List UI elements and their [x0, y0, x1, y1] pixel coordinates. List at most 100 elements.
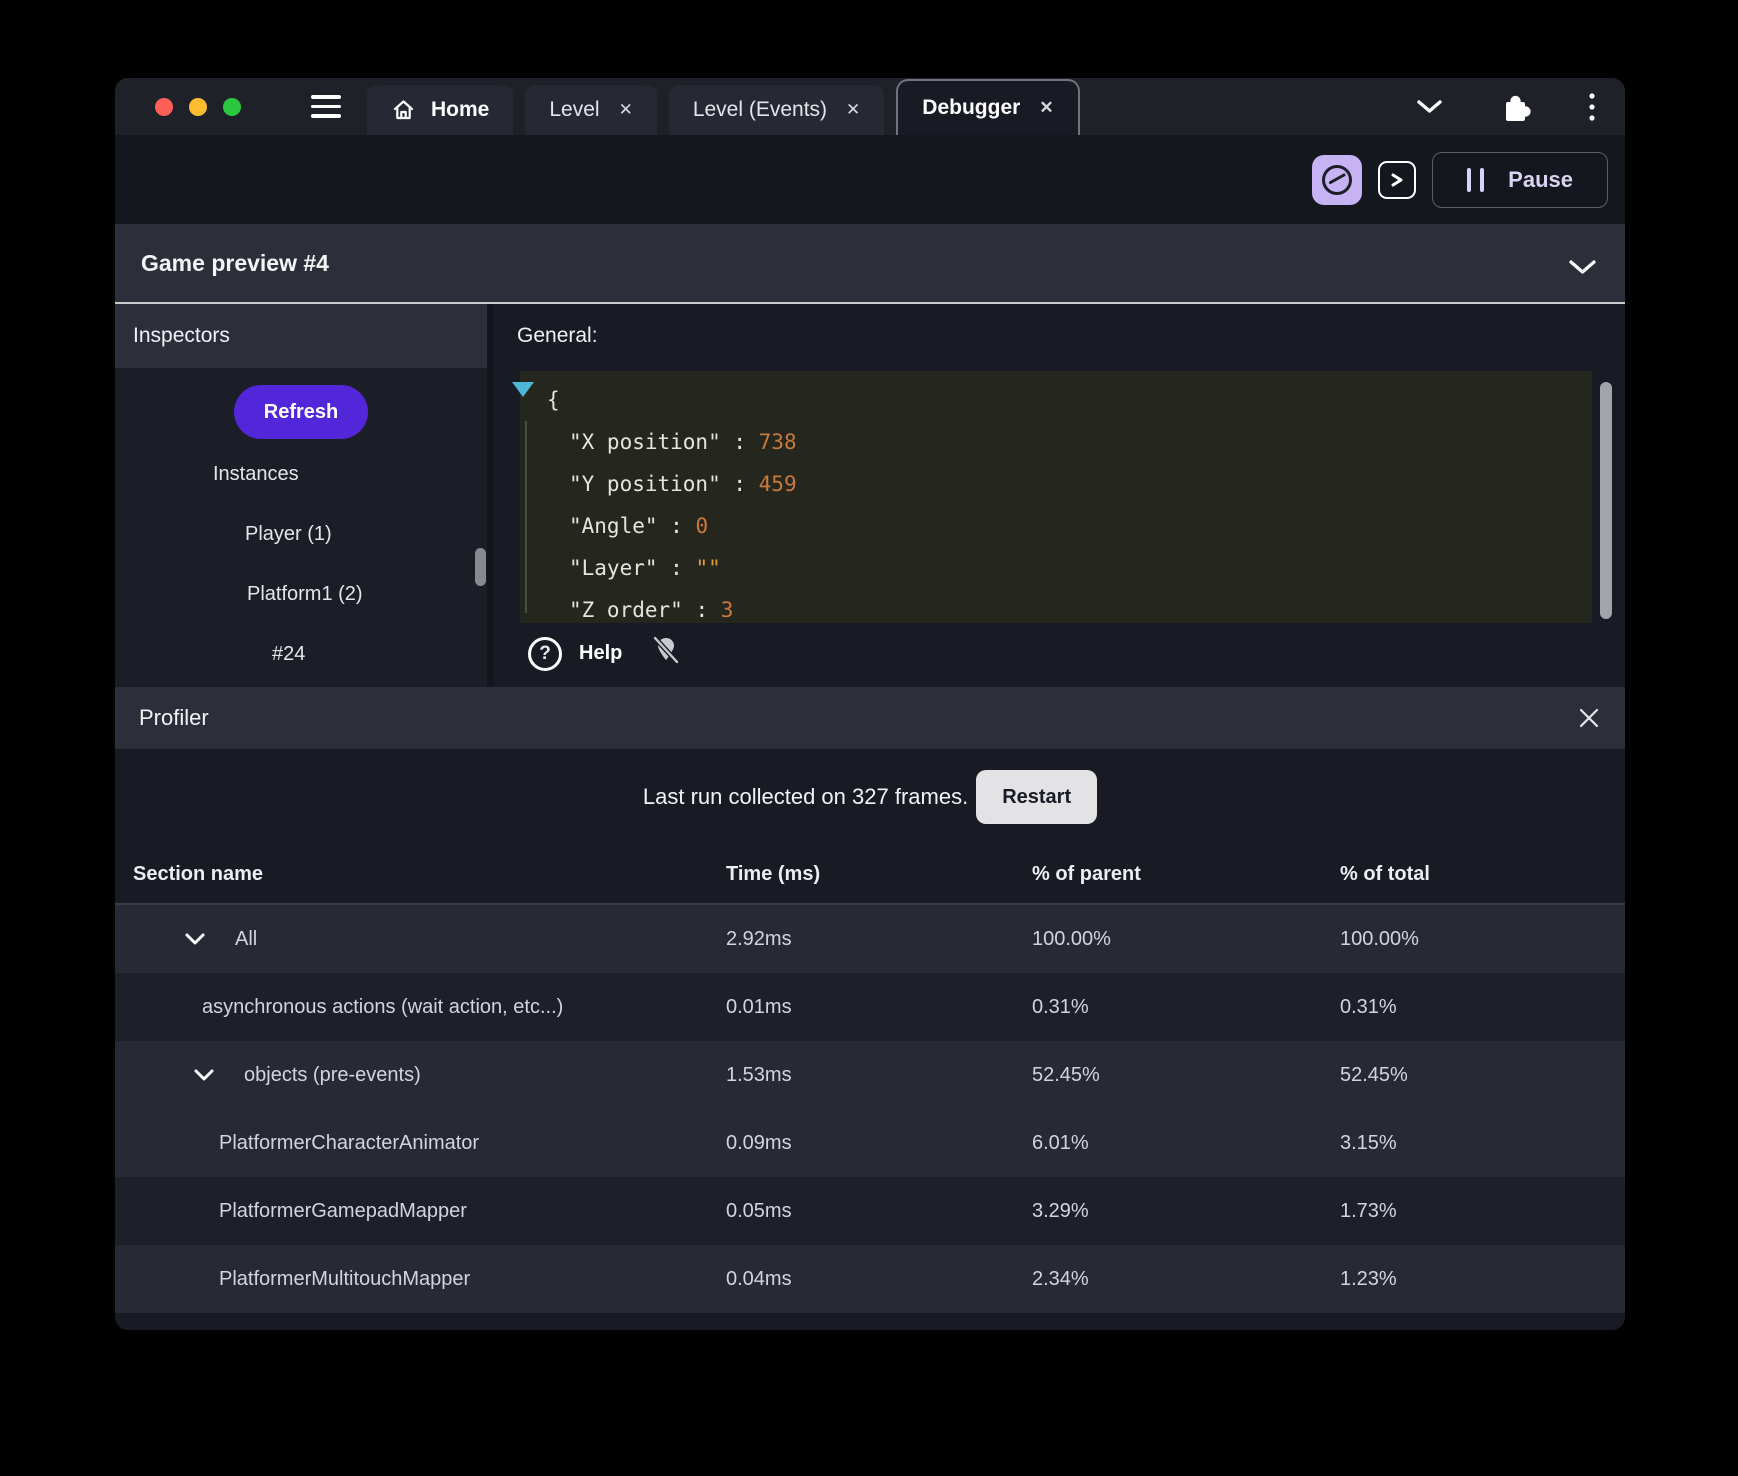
- percent-of-total-value: 100.00%: [1340, 927, 1419, 950]
- toolbar: Pause: [115, 135, 1625, 224]
- inspectors-scrollbar[interactable]: [475, 548, 486, 586]
- tab-close-icon[interactable]: ✕: [1039, 98, 1053, 118]
- tab-label: Home: [431, 98, 490, 121]
- table-row[interactable]: All 2.92ms 100.00% 100.00%: [115, 905, 1625, 973]
- table-row[interactable]: PlatformerCharacterAnimator 0.09ms 6.01%…: [115, 1109, 1625, 1177]
- profiler-status-row: Last run collected on 327 frames. Restar…: [115, 749, 1625, 845]
- tab-label: Level (Events): [692, 98, 828, 121]
- profiler-gauge-button[interactable]: [1312, 154, 1363, 205]
- column-percent-of-parent: % of parent: [1032, 862, 1141, 885]
- kebab-menu-icon[interactable]: [1589, 92, 1595, 121]
- tab-close-icon[interactable]: ✕: [846, 100, 860, 120]
- game-preview-accordion[interactable]: Game preview #4: [115, 224, 1625, 302]
- table-row[interactable]: PlatformerGamepadMapper 0.05ms 3.29% 1.7…: [115, 1177, 1625, 1245]
- chevron-down-icon[interactable]: [1416, 99, 1443, 114]
- section-name: PlatformerCharacterAnimator: [219, 1131, 480, 1154]
- column-time: Time (ms): [726, 862, 821, 885]
- tree-item-label: Platform1 (2): [247, 582, 363, 605]
- column-section-name: Section name: [133, 862, 264, 885]
- home-icon: [393, 100, 414, 120]
- extensions-puzzle-icon[interactable]: [1499, 90, 1533, 124]
- pause-button[interactable]: Pause: [1432, 151, 1608, 208]
- restart-button[interactable]: Restart: [976, 770, 1098, 824]
- pause-icon: [1467, 167, 1485, 192]
- instances-tree: Instances Player (1) Platform1 (2) #24: [115, 444, 487, 684]
- time-value: 2.92ms: [726, 927, 792, 950]
- tab-close-icon[interactable]: ✕: [619, 100, 633, 120]
- titlebar: Home Level ✕ Level (Events) ✕ Debugger ✕: [115, 78, 1625, 135]
- percent-of-total-value: 1.73%: [1340, 1199, 1397, 1222]
- profiler-table-body: All 2.92ms 100.00% 100.00% asynchronous …: [115, 905, 1625, 1313]
- percent-of-total-value: 52.45%: [1340, 1063, 1408, 1086]
- time-value: 0.09ms: [726, 1131, 792, 1154]
- debugger-content: Inspectors Refresh Instances Player (1) …: [115, 304, 1625, 687]
- help-icon[interactable]: ?: [528, 636, 562, 671]
- section-name: PlatformerMultitouchMapper: [219, 1267, 471, 1290]
- json-value: 738: [758, 430, 797, 454]
- window-controls: [155, 98, 241, 116]
- profiler-header: Profiler: [115, 687, 1625, 749]
- close-icon[interactable]: [1577, 706, 1601, 730]
- tab-level[interactable]: Level ✕: [525, 85, 657, 135]
- console-button[interactable]: [1378, 160, 1417, 199]
- chevron-down-icon[interactable]: [1568, 254, 1597, 281]
- chevron-down-icon[interactable]: [184, 932, 206, 946]
- table-row[interactable]: asynchronous actions (wait action, etc..…: [115, 973, 1625, 1041]
- tree-item-instances[interactable]: Instances: [115, 444, 487, 504]
- general-scrollbar[interactable]: [1600, 382, 1612, 619]
- refresh-button[interactable]: Refresh: [233, 385, 369, 439]
- json-value: 459: [758, 472, 797, 496]
- hamburger-menu-button[interactable]: [311, 95, 341, 118]
- percent-of-parent-value: 100.00%: [1032, 927, 1111, 950]
- titlebar-actions: [1416, 78, 1595, 135]
- general-panel: General: { "X position" : 738 "Y positio…: [493, 304, 1625, 687]
- json-line: "Y position" : 459: [569, 472, 797, 496]
- table-row[interactable]: objects (pre-events) 1.53ms 52.45% 52.45…: [115, 1041, 1625, 1109]
- tab-label: Debugger: [922, 96, 1021, 119]
- json-value: 0: [695, 514, 709, 538]
- json-key: {: [547, 388, 560, 412]
- maximize-window-button[interactable]: [223, 98, 241, 116]
- close-window-button[interactable]: [155, 98, 173, 116]
- time-value: 0.04ms: [726, 1267, 792, 1290]
- debugger-window: Home Level ✕ Level (Events) ✕ Debugger ✕: [115, 78, 1625, 1330]
- profiler-title: Profiler: [139, 705, 209, 730]
- pause-label: Pause: [1508, 166, 1573, 192]
- profiler-table-header: Section name Time (ms) % of parent % of …: [115, 845, 1625, 905]
- profiler-table: Section name Time (ms) % of parent % of …: [115, 845, 1625, 1313]
- percent-of-parent-value: 2.34%: [1032, 1267, 1089, 1290]
- indent-guide: [525, 421, 527, 613]
- tab-debugger[interactable]: Debugger ✕: [896, 79, 1080, 135]
- help-row: ? Help: [528, 634, 681, 673]
- pin-off-icon[interactable]: [651, 634, 681, 673]
- json-value: "": [695, 556, 721, 580]
- tree-item-label: Instances: [213, 462, 299, 485]
- tab-level-events[interactable]: Level (Events) ✕: [668, 85, 885, 135]
- json-key: "Y position": [569, 472, 721, 496]
- chevron-down-icon[interactable]: [193, 1068, 215, 1082]
- tree-item-platform1[interactable]: Platform1 (2): [115, 564, 487, 624]
- minimize-window-button[interactable]: [189, 98, 207, 116]
- percent-of-parent-value: 52.45%: [1032, 1063, 1100, 1086]
- json-line: {: [547, 379, 1592, 421]
- tree-item-label: #24: [272, 642, 306, 665]
- json-key: "X position": [569, 430, 721, 454]
- time-value: 1.53ms: [726, 1063, 792, 1086]
- json-line: "Layer" : "": [569, 556, 721, 580]
- table-row[interactable]: PlatformerMultitouchMapper 0.04ms 2.34% …: [115, 1245, 1625, 1313]
- section-name: All: [235, 927, 258, 950]
- time-value: 0.01ms: [726, 995, 792, 1018]
- collapse-triangle-icon[interactable]: [512, 382, 534, 397]
- chevron-right-icon: [1391, 173, 1403, 186]
- help-label[interactable]: Help: [579, 642, 622, 665]
- percent-of-parent-value: 0.31%: [1032, 995, 1089, 1018]
- tab-home[interactable]: Home: [367, 85, 514, 135]
- percent-of-total-value: 3.15%: [1340, 1131, 1397, 1154]
- tree-item-24[interactable]: #24: [115, 624, 487, 684]
- inspectors-panel: Inspectors Refresh Instances Player (1) …: [115, 304, 487, 687]
- properties-json-view: { "X position" : 738 "Y position" : 459 …: [512, 371, 1592, 623]
- tree-item-player[interactable]: Player (1): [115, 504, 487, 564]
- percent-of-total-value: 1.23%: [1340, 1267, 1397, 1290]
- json-line: "Angle" : 0: [569, 514, 709, 538]
- profiler-status-text: Last run collected on 327 frames.: [642, 784, 969, 809]
